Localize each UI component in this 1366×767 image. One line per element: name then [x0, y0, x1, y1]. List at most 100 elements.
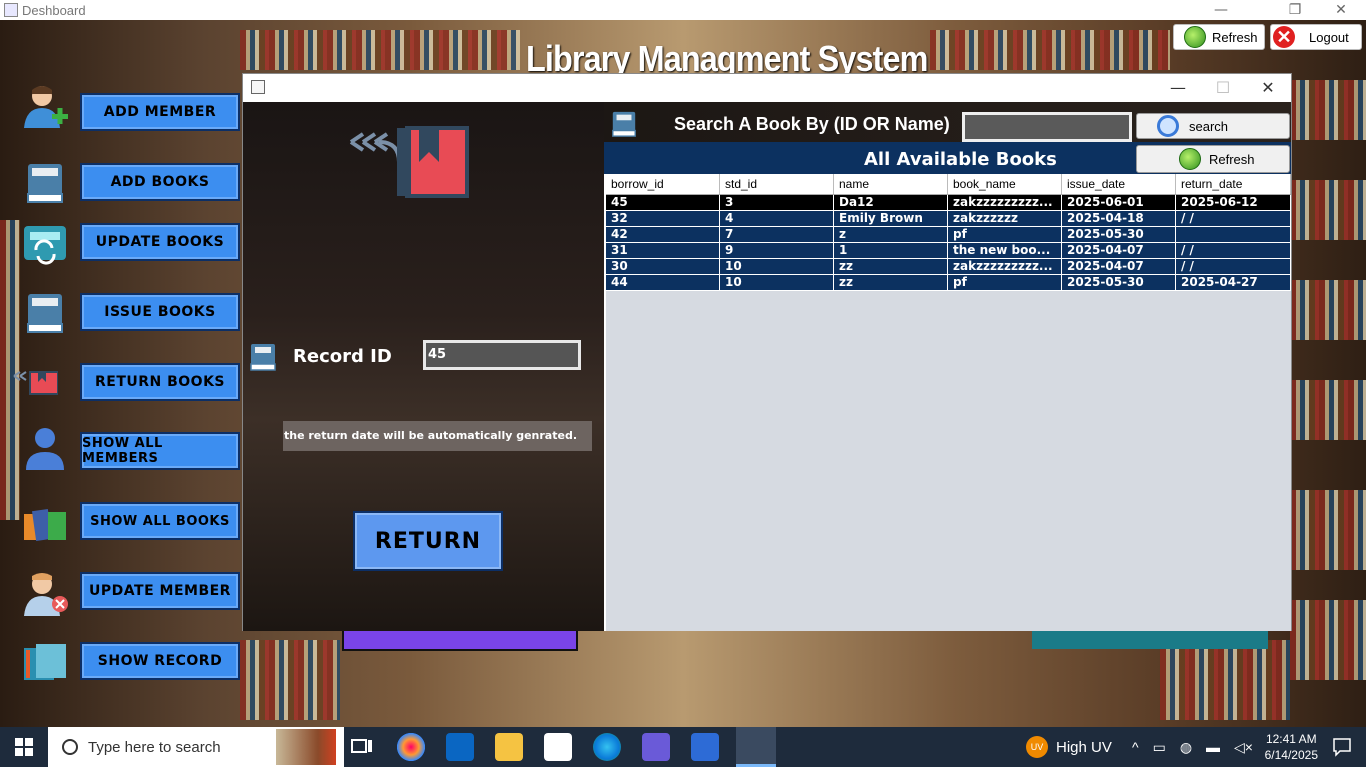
- table-row[interactable]: 45 3 Da12 zakzzzzzzzzz... 2025-06-01 202…: [606, 195, 1291, 211]
- cell: zz: [834, 275, 948, 290]
- clock[interactable]: 12:41 AM 6/14/2025: [1265, 731, 1318, 763]
- java-icon: [251, 80, 265, 94]
- table-row[interactable]: 42 7 z pf 2025-05-30: [606, 227, 1291, 243]
- minimize-button[interactable]: —: [1198, 0, 1244, 20]
- dialog-minimize-button[interactable]: —: [1155, 78, 1201, 98]
- window-titlebar: Deshboard — ❐ ✕: [0, 0, 1366, 20]
- search-button[interactable]: search: [1136, 113, 1290, 139]
- edge-browser-icon[interactable]: [593, 733, 621, 761]
- book-icon: [27, 164, 63, 203]
- battery-icon[interactable]: ▬: [1206, 739, 1220, 755]
- cell: 7: [720, 227, 834, 242]
- column-header[interactable]: book_name: [948, 174, 1062, 194]
- mysql-app-icon[interactable]: [691, 733, 719, 761]
- sidebar-item-add-books[interactable]: ADD BOOKS: [80, 163, 240, 201]
- column-header[interactable]: issue_date: [1062, 174, 1176, 194]
- cell: 45: [606, 195, 720, 210]
- maximize-button[interactable]: ❐: [1272, 0, 1318, 20]
- cell: 42: [606, 227, 720, 242]
- window-title: Deshboard: [22, 2, 86, 18]
- sidebar-item-update-member[interactable]: UPDATE MEMBER: [80, 572, 240, 610]
- sidebar-item-return-books[interactable]: RETURN BOOKS: [80, 363, 240, 401]
- background-button-strip: [342, 631, 578, 651]
- column-header[interactable]: borrow_id: [606, 174, 720, 194]
- java-app-icon[interactable]: [736, 727, 776, 767]
- search-icon: [62, 739, 78, 755]
- magnifier-icon: [1157, 115, 1179, 137]
- weather-widget[interactable]: UV High UV: [1026, 727, 1112, 767]
- cell: zakzzzzzz: [948, 211, 1062, 226]
- dialog-titlebar: — ☐ ✕: [243, 74, 1291, 102]
- cell: 31: [606, 243, 720, 258]
- refresh-icon: [1184, 26, 1206, 48]
- column-header[interactable]: return_date: [1176, 174, 1291, 194]
- uv-badge: UV: [1026, 736, 1048, 758]
- cell: the new boo...: [948, 243, 1062, 258]
- cell: 2025-06-01: [1062, 195, 1176, 210]
- sidebar-item-show-all-books[interactable]: SHOW ALL BOOKS: [80, 502, 240, 540]
- record-id-label: Record ID: [293, 346, 392, 367]
- start-button[interactable]: [0, 727, 48, 767]
- cell: 2025-04-18: [1062, 211, 1176, 226]
- return-books-dialog: — ☐ ✕ Record ID 45 the return date will …: [242, 73, 1292, 631]
- cell: / /: [1176, 243, 1291, 258]
- table-title: All Available Books: [864, 149, 1057, 170]
- store-app-icon[interactable]: [544, 733, 572, 761]
- sidebar-item-show-all-members[interactable]: SHOW ALL MEMBERS: [80, 432, 240, 470]
- table-row[interactable]: 31 9 1 the new boo... 2025-04-07 / /: [606, 243, 1291, 259]
- return-book-icon: [349, 126, 469, 198]
- return-button[interactable]: RETURN: [353, 511, 503, 571]
- sidebar-item-issue-books[interactable]: ISSUE BOOKS: [80, 293, 240, 331]
- search-label: Search A Book By (ID OR Name): [674, 114, 950, 134]
- cell: z: [834, 227, 948, 242]
- volume-muted-icon[interactable]: ◁×: [1234, 739, 1253, 756]
- table-refresh-label: Refresh: [1209, 151, 1255, 167]
- cell: 9: [720, 243, 834, 258]
- book-icon: [250, 344, 276, 371]
- book-icon: [27, 294, 63, 333]
- column-header[interactable]: name: [834, 174, 948, 194]
- chevron-up-icon[interactable]: ^: [1132, 739, 1139, 755]
- taskbar-search-placeholder: Type here to search: [88, 738, 221, 756]
- app-icon: [4, 3, 18, 17]
- cell: 2025-05-30: [1062, 227, 1176, 242]
- cell: 2025-04-27: [1176, 275, 1291, 290]
- update-member-icon: [24, 573, 68, 616]
- dialog-close-button[interactable]: ✕: [1245, 78, 1291, 98]
- globe-icon[interactable]: ◍: [1180, 739, 1192, 756]
- cell: zz: [834, 259, 948, 274]
- refresh-label: Refresh: [1212, 29, 1258, 45]
- sidebar-item-update-books[interactable]: UPDATE BOOKS: [80, 223, 240, 261]
- ide-app-icon[interactable]: [642, 733, 670, 761]
- system-tray: ^ ▭ ◍ ▬ ◁×: [1132, 727, 1253, 767]
- user-icon: [26, 428, 64, 470]
- cell: 2025-04-07: [1062, 243, 1176, 258]
- table-row[interactable]: 30 10 zz zakzzzzzzzzz... 2025-04-07 / /: [606, 259, 1291, 275]
- sidebar-item-add-member[interactable]: ADD MEMBER: [80, 93, 240, 131]
- task-view-icon[interactable]: [348, 733, 376, 761]
- cell: pf: [948, 275, 1062, 290]
- refresh-button[interactable]: Refresh: [1173, 24, 1265, 50]
- record-id-input[interactable]: 45: [423, 340, 581, 370]
- notifications-icon[interactable]: [1332, 737, 1352, 757]
- book-icon: [612, 111, 636, 137]
- logout-button[interactable]: ✕ Logout: [1270, 24, 1362, 50]
- outlook-app-icon[interactable]: [446, 733, 474, 761]
- cell: zakzzzzzzzzz...: [948, 195, 1062, 210]
- paint-app-icon[interactable]: [397, 733, 425, 761]
- table-refresh-button[interactable]: Refresh: [1136, 145, 1290, 173]
- search-input[interactable]: [962, 112, 1132, 142]
- cell: 44: [606, 275, 720, 290]
- close-button[interactable]: ✕: [1318, 0, 1364, 20]
- cell: pf: [948, 227, 1062, 242]
- table-row[interactable]: 44 10 zz pf 2025-05-30 2025-04-27: [606, 275, 1291, 291]
- file-explorer-icon[interactable]: [495, 733, 523, 761]
- column-header[interactable]: std_id: [720, 174, 834, 194]
- search-highlight-image: [276, 729, 336, 765]
- meet-icon[interactable]: ▭: [1153, 739, 1166, 756]
- dialog-maximize-button[interactable]: ☐: [1200, 78, 1246, 98]
- table-row[interactable]: 32 4 Emily Brown zakzzzzzz 2025-04-18 / …: [606, 211, 1291, 227]
- cell: 2025-05-30: [1062, 275, 1176, 290]
- taskbar-search-box[interactable]: Type here to search: [48, 727, 344, 767]
- sidebar-item-show-record[interactable]: SHOW RECORD: [80, 642, 240, 680]
